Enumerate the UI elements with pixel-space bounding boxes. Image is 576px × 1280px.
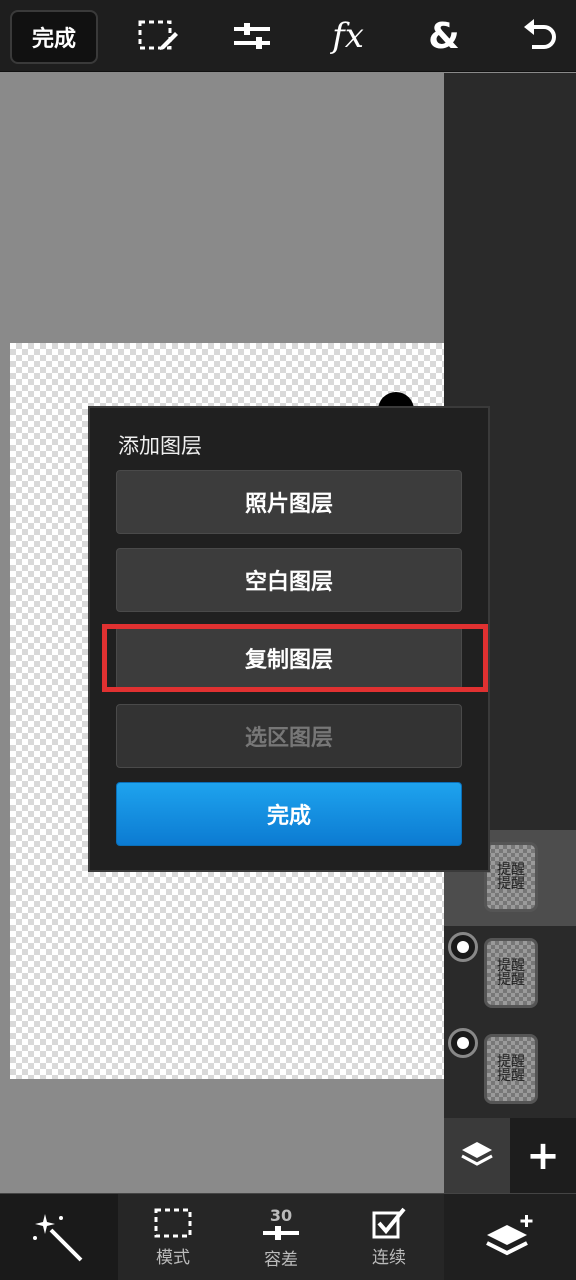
dialog-title: 添加图层 (118, 434, 202, 458)
layers-stack-button[interactable] (444, 1118, 510, 1193)
layer-item-3[interactable]: 提醒 提醒 (444, 1022, 576, 1118)
contiguous-tool[interactable]: 连续 (344, 1194, 434, 1280)
tolerance-slider-icon (263, 1225, 299, 1240)
add-layer-button[interactable] (444, 1194, 576, 1280)
layer-thumb-text: 提醒 提醒 (497, 862, 525, 892)
adjust-sliders-icon[interactable] (230, 14, 274, 58)
selection-layer-button: 选区图层 (116, 704, 462, 768)
layer-panel-actions: + (444, 1118, 576, 1193)
layer-select-radio[interactable] (448, 1028, 478, 1058)
tolerance-tool[interactable]: 30 容差 (236, 1194, 326, 1280)
dialog-done-button[interactable]: 完成 (116, 782, 462, 846)
layers-icon (461, 1141, 493, 1166)
blend-icon[interactable]: & (422, 14, 466, 58)
tolerance-label: 容差 (264, 1249, 298, 1270)
layer-thumbnail: 提醒 提醒 (484, 1034, 538, 1104)
layer-thumbnail: 提醒 提醒 (484, 938, 538, 1008)
contiguous-label: 连续 (372, 1248, 406, 1268)
selection-edit-icon[interactable] (136, 14, 180, 58)
layer-thumb-text: 提醒 提醒 (497, 958, 525, 988)
mode-tool[interactable]: 模式 (128, 1194, 218, 1280)
mode-label: 模式 (156, 1248, 190, 1268)
highlight-box (102, 624, 488, 692)
fx-icon[interactable]: fx (326, 14, 370, 58)
magic-wand-icon (33, 1213, 83, 1261)
magic-wand-tool[interactable] (0, 1194, 118, 1280)
blank-layer-button[interactable]: 空白图层 (116, 548, 462, 612)
checkbox-icon (372, 1207, 406, 1239)
bottom-toolbar: 模式 30 容差 连续 (0, 1193, 576, 1280)
layer-thumbnail: 提醒 提醒 (484, 842, 538, 912)
layer-thumb-text: 提醒 提醒 (497, 1054, 525, 1084)
selection-mode-icon (154, 1208, 192, 1238)
top-toolbar: 完成 fx & (0, 0, 576, 72)
add-layer-icon (486, 1214, 533, 1255)
undo-icon[interactable] (518, 14, 562, 58)
add-layer-plus-button[interactable]: + (510, 1118, 576, 1193)
done-button[interactable]: 完成 (10, 10, 98, 64)
photo-layer-button[interactable]: 照片图层 (116, 470, 462, 534)
tolerance-value: 30 (269, 1205, 293, 1225)
layer-select-radio[interactable] (448, 932, 478, 962)
layer-item-2[interactable]: 提醒 提醒 (444, 926, 576, 1022)
